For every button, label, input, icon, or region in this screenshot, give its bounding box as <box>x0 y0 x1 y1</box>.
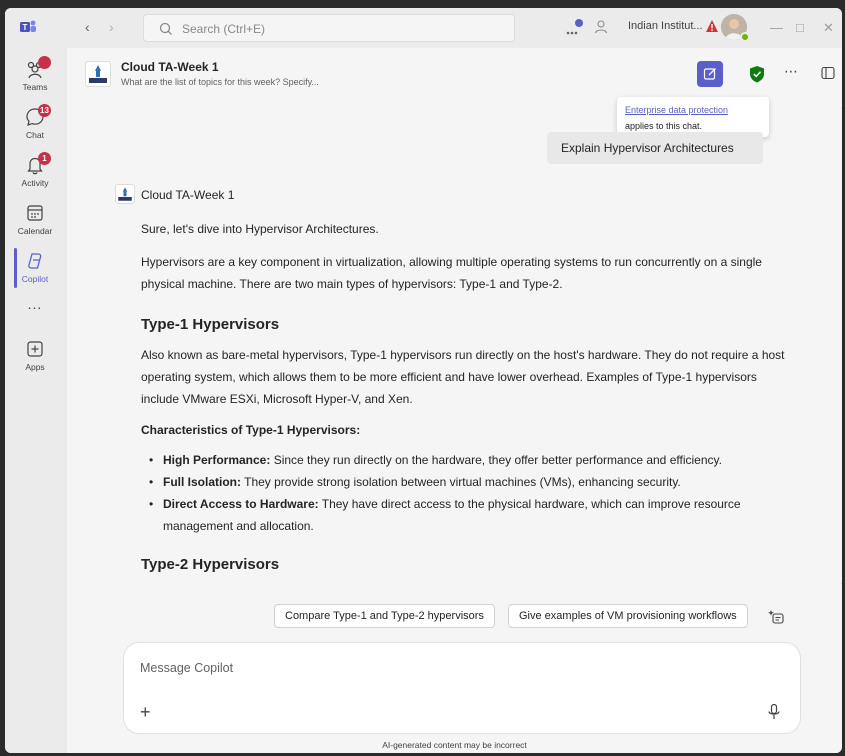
add-apps-icon <box>27 341 43 357</box>
tooltip-text: applies to this chat. <box>625 121 703 131</box>
rail-label: Copilot <box>21 274 49 284</box>
rail-item-chat[interactable]: 13 Chat <box>5 104 65 152</box>
bullet-text: Since they run directly on the hardware,… <box>270 453 722 467</box>
microphone-icon[interactable] <box>766 703 782 721</box>
message-input-placeholder: Message Copilot <box>140 661 234 675</box>
rail-label: Chat <box>26 130 44 140</box>
title-bar: T ‹ › Search (Ctrl+E) Indian Institut... <box>5 8 842 48</box>
list-item: Full Isolation: They provide strong isol… <box>149 471 789 493</box>
edp-tooltip: Enterprise data protection applies to th… <box>617 97 769 137</box>
chat-pane: Cloud TA-Week 1 What are the list of top… <box>67 48 842 753</box>
compose-icon <box>703 68 716 80</box>
notification-badge <box>38 56 51 69</box>
bot-avatar[interactable] <box>85 61 111 87</box>
prompt-gallery-icon[interactable] <box>767 608 785 626</box>
rail-item-copilot[interactable]: Copilot <box>5 248 65 296</box>
heading-type2: Type-2 Hypervisors <box>141 556 280 573</box>
maximize-icon[interactable]: □ <box>796 20 804 35</box>
close-icon[interactable]: ✕ <box>823 20 834 36</box>
new-chat-button[interactable] <box>697 61 723 87</box>
suggestion-chip[interactable]: Give examples of VM provisioning workflo… <box>508 604 748 628</box>
more-options-icon[interactable]: ⋯ <box>784 63 799 80</box>
warning-icon[interactable] <box>705 19 719 33</box>
rail-item-calendar[interactable]: Calendar <box>5 200 65 248</box>
scroll-up-arrow[interactable]: ▲ <box>840 104 842 111</box>
shield-icon[interactable] <box>748 64 766 84</box>
back-arrow-icon[interactable]: ‹ <box>85 19 90 35</box>
app-rail: Teams 13 Chat 1 Activity Calendar Copilo… <box>5 48 65 753</box>
bullet-text: They provide strong isolation between vi… <box>241 475 681 489</box>
bullet-term: High Performance: <box>163 453 271 467</box>
side-panel-icon[interactable] <box>820 65 836 81</box>
more-apps-button[interactable]: ... <box>5 296 65 312</box>
list-item: High Performance: Since they run directl… <box>149 449 789 471</box>
message-composer[interactable]: Message Copilot + <box>123 642 801 734</box>
suggestion-chip[interactable]: Compare Type-1 and Type-2 hypervisors <box>274 604 495 628</box>
list-item: Direct Access to Hardware: They have dir… <box>149 493 789 537</box>
rail-label: Apps <box>25 362 45 372</box>
ai-disclaimer: AI-generated content may be incorrect <box>382 740 527 750</box>
presence-available-icon <box>740 32 750 42</box>
search-input[interactable]: Search (Ctrl+E) <box>143 14 515 42</box>
rail-label: Calendar <box>17 226 53 236</box>
calendar-icon <box>27 205 43 221</box>
bullet-term: Direct Access to Hardware: <box>163 497 319 511</box>
bot-avatar[interactable] <box>115 184 135 204</box>
user-message-text: Explain Hypervisor Architectures <box>561 141 734 155</box>
heading-type1: Type-1 Hypervisors <box>141 316 280 333</box>
response-intro: Sure, let's dive into Hypervisor Archite… <box>141 222 379 236</box>
person-icon[interactable] <box>593 19 609 35</box>
rail-item-activity[interactable]: 1 Activity <box>5 152 65 200</box>
rail-label: Teams <box>22 82 48 92</box>
copilot-icon <box>28 253 42 269</box>
bot-logo-icon <box>118 187 132 201</box>
response-paragraph: Hypervisors are a key component in virtu… <box>141 255 762 291</box>
forward-arrow-icon[interactable]: › <box>109 19 114 35</box>
notification-badge: 1 <box>38 152 51 165</box>
chat-title: Cloud TA-Week 1 <box>121 60 219 74</box>
search-placeholder: Search (Ctrl+E) <box>182 22 266 36</box>
rail-item-teams[interactable]: Teams <box>5 56 65 104</box>
app-window: T ‹ › Search (Ctrl+E) Indian Institut... <box>5 8 842 753</box>
rail-item-apps[interactable]: Apps <box>5 336 65 384</box>
add-attachment-button[interactable]: + <box>140 702 151 723</box>
bot-logo-icon <box>89 65 107 83</box>
bullet-term: Full Isolation: <box>163 475 241 489</box>
minimize-icon[interactable]: — <box>770 20 783 35</box>
settings-dots-icon[interactable] <box>564 17 586 39</box>
response-paragraph: Also known as bare-metal hypervisors, Ty… <box>141 348 785 406</box>
scroll-down-arrow[interactable]: ▼ <box>840 582 842 589</box>
chat-subtitle: What are the list of topics for this wee… <box>121 77 319 87</box>
chat-header: Cloud TA-Week 1 What are the list of top… <box>67 48 842 102</box>
message-sender: Cloud TA-Week 1 <box>141 188 235 202</box>
enterprise-data-protection-link[interactable]: Enterprise data protection <box>625 105 728 115</box>
teams-logo-icon[interactable]: T <box>19 18 37 36</box>
notification-badge: 13 <box>38 104 51 117</box>
search-icon <box>159 22 172 35</box>
heading-characteristics: Characteristics of Type-1 Hypervisors: <box>141 423 361 437</box>
user-message: Explain Hypervisor Architectures <box>547 132 763 164</box>
rail-label: Activity <box>21 178 49 188</box>
org-name[interactable]: Indian Institut... <box>628 20 703 32</box>
svg-text:T: T <box>23 23 28 32</box>
